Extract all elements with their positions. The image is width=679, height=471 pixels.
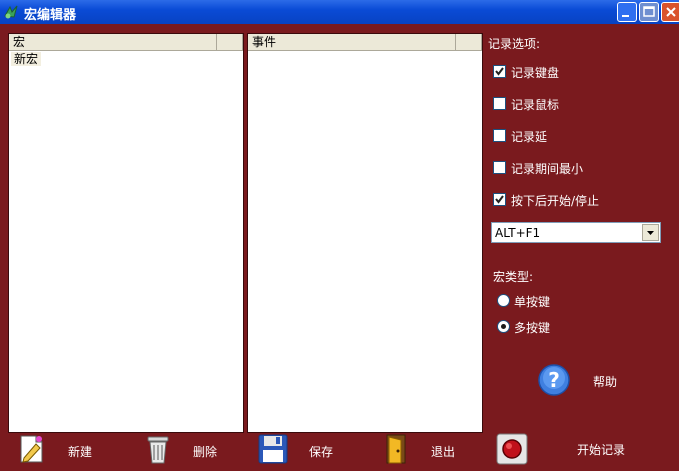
hotkey-start-stop-checkbox[interactable] <box>493 193 506 206</box>
trash-icon[interactable] <box>145 433 171 465</box>
record-keyboard-checkbox[interactable] <box>493 65 506 78</box>
macro-list-header: 宏 <box>9 34 243 51</box>
window-title: 宏编辑器 <box>24 8 77 23</box>
new-button-label[interactable]: 新建 <box>68 443 92 460</box>
hotkey-select-value: ALT+F1 <box>495 226 541 240</box>
hotkey-select[interactable]: ALT+F1 <box>491 222 661 243</box>
event-column-spacer <box>456 34 482 50</box>
close-button[interactable] <box>661 2 679 22</box>
app-icon <box>4 5 18 19</box>
macro-column-header[interactable]: 宏 <box>9 34 217 50</box>
exit-button-label[interactable]: 退出 <box>431 443 455 460</box>
delete-button-label[interactable]: 删除 <box>193 443 217 460</box>
hotkey-start-stop-label: 按下后开始/停止 <box>511 194 600 208</box>
minimize-during-record-checkbox[interactable] <box>493 161 506 174</box>
save-button-label[interactable]: 保存 <box>309 443 333 460</box>
checkmark-icon <box>495 195 504 204</box>
event-list[interactable]: 事件 <box>247 33 483 433</box>
checkmark-icon <box>495 67 504 76</box>
record-options-label: 记录选项: <box>488 37 541 51</box>
macro-type-label: 宏类型: <box>493 270 534 284</box>
maximize-button[interactable] <box>639 2 659 22</box>
macro-list-item[interactable]: 新宏 <box>11 52 42 66</box>
save-disk-icon[interactable] <box>258 434 288 464</box>
event-list-header: 事件 <box>248 34 482 51</box>
close-icon <box>666 7 676 17</box>
record-icon[interactable] <box>496 433 528 465</box>
record-keyboard-label: 记录键盘 <box>511 66 560 80</box>
record-mouse-label: 记录鼠标 <box>511 98 560 112</box>
help-icon[interactable]: ? <box>538 364 570 396</box>
svg-text:?: ? <box>548 368 560 392</box>
exit-door-icon[interactable] <box>385 433 409 465</box>
multi-key-label: 多按键 <box>514 321 551 335</box>
hotkey-dropdown-button[interactable] <box>642 224 659 241</box>
record-delay-label: 记录延 <box>511 130 548 144</box>
minimize-during-record-label: 记录期间最小 <box>511 162 584 176</box>
macro-column-spacer <box>217 34 243 50</box>
record-mouse-checkbox[interactable] <box>493 97 506 110</box>
new-document-icon[interactable] <box>18 434 46 464</box>
minimize-icon <box>622 15 629 17</box>
macro-list[interactable]: 宏 新宏 <box>8 33 244 433</box>
minimize-button[interactable] <box>617 2 637 22</box>
record-delay-checkbox[interactable] <box>493 129 506 142</box>
chevron-down-icon <box>647 231 654 235</box>
single-key-radio[interactable] <box>497 294 510 307</box>
help-label[interactable]: 帮助 <box>593 373 617 390</box>
event-column-header[interactable]: 事件 <box>248 34 456 50</box>
maximize-icon <box>643 6 655 17</box>
single-key-label: 单按键 <box>514 295 551 309</box>
title-bar: 宏编辑器 <box>0 0 679 24</box>
multi-key-radio[interactable] <box>497 320 510 333</box>
start-record-button-label[interactable]: 开始记录 <box>577 441 625 458</box>
